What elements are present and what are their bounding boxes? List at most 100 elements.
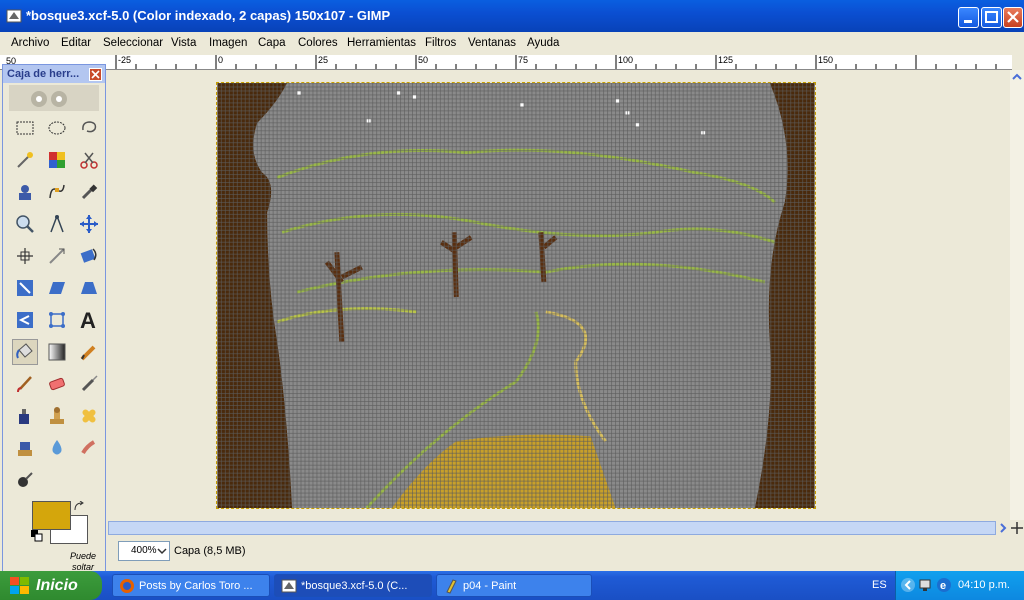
zoom-tool[interactable] [12, 211, 38, 237]
close-button[interactable] [1003, 7, 1023, 28]
taskbar-item-label: p04 - Paint [463, 579, 517, 592]
magnifier-icon [16, 215, 34, 233]
menu-seleccionar[interactable]: Seleccionar [103, 37, 163, 49]
scissors-tool[interactable] [76, 147, 102, 173]
color-picker-tool[interactable] [76, 179, 102, 205]
menu-imagen[interactable]: Imagen [209, 37, 247, 49]
layer-info: Capa (8,5 MB) [174, 545, 246, 557]
airbrush-tool[interactable] [76, 371, 102, 397]
foreground-select-icon [19, 185, 31, 200]
smudge-tool[interactable] [76, 435, 102, 461]
rotate-tool[interactable] [76, 243, 102, 269]
maximize-button[interactable] [981, 7, 1002, 28]
taskbar-item-gimp[interactable]: *bosque3.xcf-5.0 (C... [274, 574, 432, 597]
perspective-tool[interactable] [76, 275, 102, 301]
menu-filtros[interactable]: Filtros [425, 37, 456, 49]
menu-editar[interactable]: Editar [61, 37, 91, 49]
blur-tool[interactable] [44, 435, 70, 461]
paint-icon [446, 579, 457, 594]
taskbar-item-browser[interactable]: Posts by Carlos Toro ... [112, 574, 270, 597]
scroll-up-icon[interactable] [1010, 70, 1024, 84]
paths-tool[interactable] [44, 179, 70, 205]
select-by-color-tool[interactable] [44, 147, 70, 173]
lasso-tool[interactable] [76, 115, 102, 141]
toolbox-close-button[interactable] [89, 68, 102, 81]
default-colors-icon[interactable] [31, 530, 43, 542]
ellipse-select-tool[interactable] [44, 115, 70, 141]
menu-bar: Archivo Editar Seleccionar Vista Imagen … [0, 34, 1024, 54]
rect-select-tool[interactable] [12, 115, 38, 141]
perspective-clone-icon [18, 442, 32, 456]
zoom-select[interactable]: 400% [118, 541, 170, 561]
menu-vista[interactable]: Vista [171, 37, 196, 49]
measure-tool[interactable] [44, 211, 70, 237]
language-indicator[interactable]: ES [872, 579, 887, 591]
bucket-fill-tool[interactable] [12, 339, 38, 365]
horizontal-ruler[interactable]: -25 0 25 50 75 100 125 150 [108, 55, 1012, 70]
toolbox-panel: Caja de herr... A Puede soltar [2, 64, 106, 574]
dodge-burn-tool[interactable] [12, 467, 38, 493]
start-label: Inicio [36, 576, 78, 594]
start-button[interactable]: Inicio [0, 571, 102, 600]
text-tool[interactable]: A [76, 307, 102, 333]
blend-tool[interactable] [44, 339, 70, 365]
status-bar: 400% Capa (8,5 MB) [108, 538, 1024, 564]
ink-bottle-icon [19, 409, 29, 424]
horizontal-scrollbar[interactable] [108, 521, 996, 535]
cage-transform-tool[interactable] [44, 307, 70, 333]
scroll-grip[interactable] [505, 524, 525, 532]
move-tool[interactable] [76, 211, 102, 237]
toolbox-title: Caja de herr... [7, 68, 80, 80]
crop-tool[interactable] [44, 243, 70, 269]
ink-tool[interactable] [12, 403, 38, 429]
ie-icon[interactable]: e [936, 577, 952, 593]
foreground-select-tool[interactable] [12, 179, 38, 205]
gimp-wilber-banner [9, 85, 99, 111]
pencil-tool[interactable] [76, 339, 102, 365]
ruler-label: 150 [818, 55, 834, 65]
vertical-scrollbar[interactable] [1010, 70, 1024, 520]
flip-tool[interactable] [12, 307, 38, 333]
wilber-icon [31, 91, 67, 107]
tray-expand-icon[interactable] [900, 577, 916, 593]
move-arrows-icon [80, 215, 98, 233]
shear-tool[interactable] [44, 275, 70, 301]
perspective-clone-tool[interactable] [12, 435, 38, 461]
menu-ventanas[interactable]: Ventanas [468, 37, 516, 49]
svg-text:A: A [80, 309, 96, 331]
gimp-app-icon[interactable] [6, 8, 22, 24]
paths-icon [49, 184, 65, 199]
compass-icon [50, 215, 64, 233]
menu-ayuda[interactable]: Ayuda [527, 37, 559, 49]
foreground-color-swatch-front[interactable] [32, 501, 71, 530]
network-icon[interactable] [918, 577, 934, 593]
lasso-icon [82, 121, 97, 133]
eraser-tool[interactable] [44, 371, 70, 397]
scale-tool[interactable] [12, 275, 38, 301]
taskbar-item-paint[interactable]: p04 - Paint [436, 574, 592, 597]
window-title: *bosque3.xcf-5.0 (Color indexado, 2 capa… [26, 8, 391, 23]
menu-herramientas[interactable]: Herramientas [347, 37, 416, 49]
fuzzy-select-tool[interactable] [12, 147, 38, 173]
menu-archivo[interactable]: Archivo [11, 37, 49, 49]
system-tray: e 04:10 p.m. [895, 571, 1024, 600]
align-tool[interactable] [12, 243, 38, 269]
title-bar: *bosque3.xcf-5.0 (Color indexado, 2 capa… [0, 0, 1024, 32]
navigate-icon[interactable] [1010, 521, 1024, 535]
toolbox-title-bar[interactable]: Caja de herr... [3, 65, 105, 83]
flip-icon [17, 312, 33, 328]
svg-text:e: e [940, 580, 946, 592]
scroll-right-icon[interactable] [996, 521, 1010, 535]
image-canvas[interactable] [216, 82, 816, 509]
ruler-label: 25 [318, 55, 329, 65]
menu-capa[interactable]: Capa [258, 37, 286, 49]
clock: 04:10 p.m. [958, 579, 1010, 591]
heal-tool[interactable] [76, 403, 102, 429]
close-icon [91, 70, 100, 79]
canvas-area[interactable] [108, 70, 1012, 520]
minimize-button[interactable] [958, 7, 979, 28]
clone-tool[interactable] [44, 403, 70, 429]
paintbrush-tool[interactable] [12, 371, 38, 397]
swap-colors-icon[interactable] [73, 501, 85, 513]
menu-colores[interactable]: Colores [298, 37, 338, 49]
